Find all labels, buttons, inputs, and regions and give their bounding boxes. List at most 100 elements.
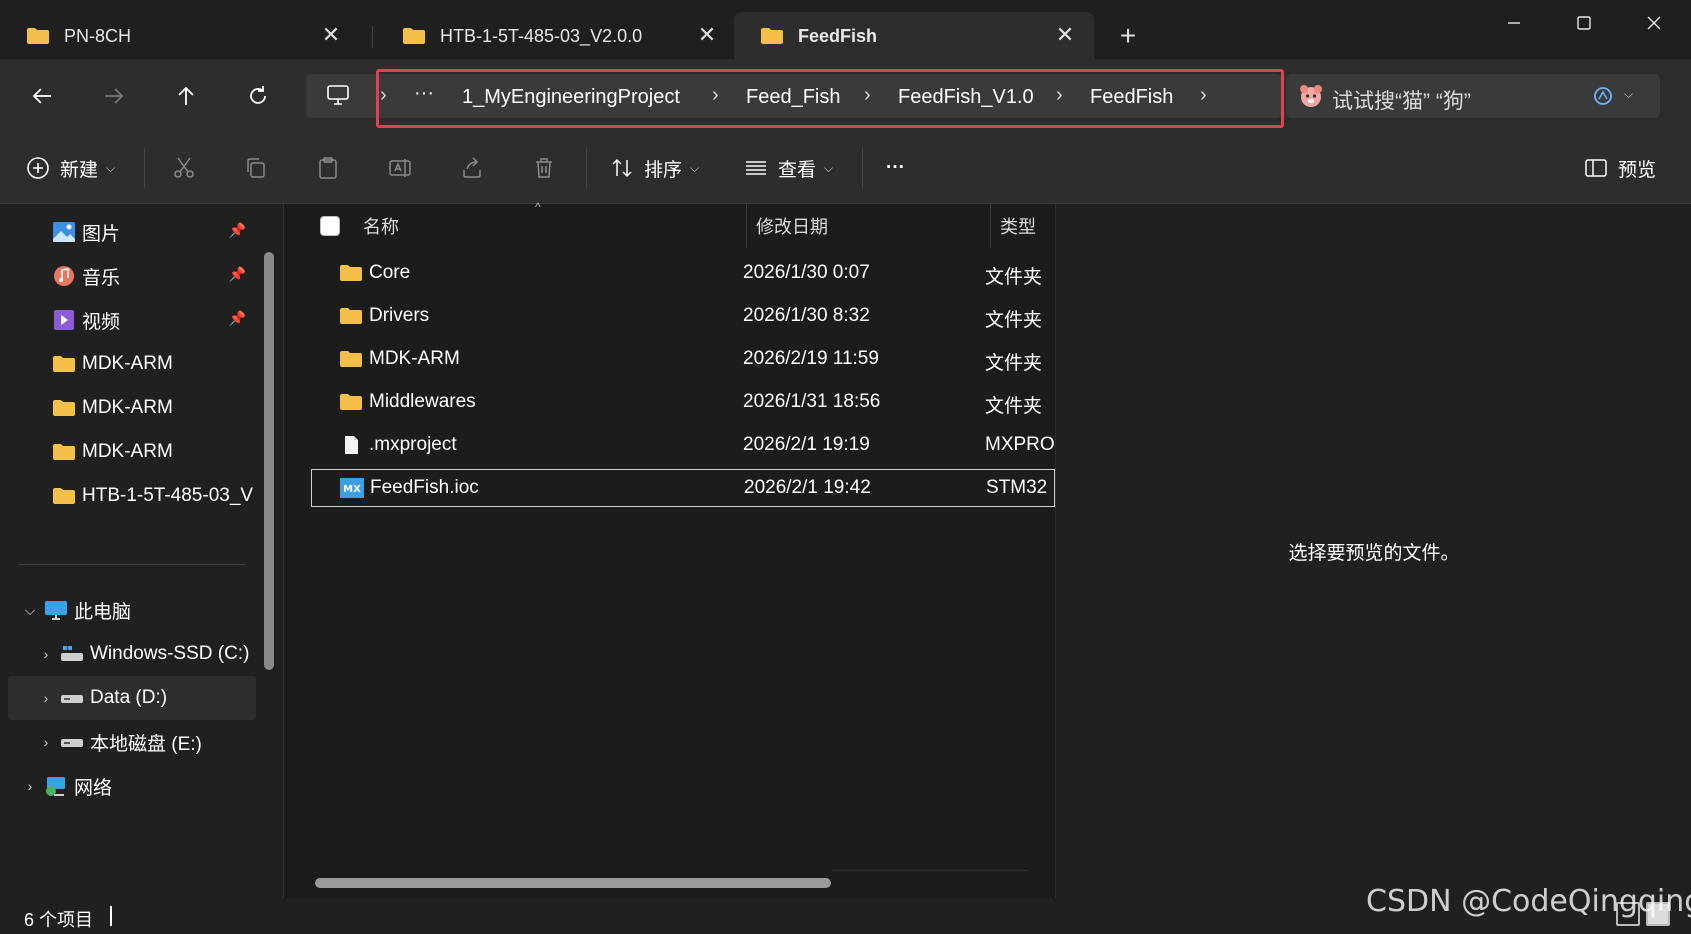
file-date: 2026/2/1 19:19 — [743, 434, 870, 455]
column-header-name[interactable]: 名称 — [363, 204, 399, 248]
share-icon — [463, 157, 481, 178]
preview-pane-button[interactable]: 预览 — [1584, 152, 1656, 184]
sidebar-item-this-pc[interactable]: ⌵ 此电脑 — [8, 588, 256, 632]
drive-icon — [61, 695, 83, 703]
delete-button[interactable] — [532, 152, 556, 184]
folder-icon — [340, 394, 362, 410]
forward-button[interactable] — [94, 76, 134, 116]
sidebar-item-mdk-arm[interactable]: MDK-ARM — [8, 386, 256, 430]
chevron-right-icon[interactable]: › — [32, 734, 60, 750]
new-tab-button[interactable]: + — [1112, 20, 1144, 52]
back-button[interactable] — [22, 76, 62, 116]
file-type: MXPROJECT — [985, 434, 1055, 455]
file-row[interactable]: Middlewares 2026/1/31 18:56 文件夹 — [311, 383, 1055, 421]
sidebar-scrollbar[interactable] — [264, 252, 274, 670]
sidebar-item-label: MDK-ARM — [82, 353, 173, 374]
sidebar-item-label: 此电脑 — [74, 601, 132, 623]
command-divider — [862, 148, 863, 188]
search-input[interactable]: 试试搜“猫” “狗” — [1332, 85, 1471, 115]
chevron-right-icon[interactable]: › — [16, 778, 44, 794]
refresh-button[interactable] — [238, 76, 278, 116]
view-button[interactable]: 查看 ⌵ — [744, 152, 833, 184]
close-tab-icon[interactable]: ✕ — [696, 22, 718, 47]
copy-button[interactable] — [244, 152, 268, 184]
pin-icon[interactable]: 📌 — [229, 266, 246, 283]
navigation-pane: 图片 📌 音乐 📌 视频 📌 MDK-ARM MDK-ARM MDK-ARM H… — [0, 204, 284, 898]
file-row[interactable]: Core 2026/1/30 0:07 文件夹 — [311, 254, 1055, 292]
close-window-button[interactable] — [1624, 6, 1684, 40]
horizontal-scrollbar[interactable] — [315, 878, 831, 888]
new-button[interactable]: 新建 ⌵ — [26, 152, 115, 184]
share-button[interactable] — [460, 152, 484, 184]
folder-icon — [403, 28, 425, 44]
file-type: 文件夹 — [985, 310, 1043, 331]
chevron-down-icon[interactable]: ⌵ — [1624, 87, 1633, 102]
folder-icon — [53, 400, 75, 416]
command-bar: 新建 ⌵ 排序 ⌵ 查看 ⌵ ··· 预览 — [0, 132, 1691, 204]
close-tab-icon[interactable]: ✕ — [320, 22, 342, 47]
file-name: Middlewares — [369, 391, 476, 412]
close-icon — [1647, 16, 1661, 30]
preview-label: 预览 — [1618, 159, 1657, 181]
sidebar-item-drive-e[interactable]: › 本地磁盘 (E:) — [8, 720, 256, 764]
sidebar-item-label: 音乐 — [82, 267, 121, 289]
file-row-selected[interactable]: MX FeedFish.ioc 2026/2/1 19:42 STM32 — [311, 469, 1055, 507]
column-header-type[interactable]: 类型 — [1000, 204, 1036, 248]
minimize-icon — [1508, 22, 1520, 24]
file-row[interactable]: MDK-ARM 2026/2/19 11:59 文件夹 — [311, 340, 1055, 378]
rename-button[interactable] — [388, 152, 412, 184]
sidebar-item-label: 视频 — [82, 311, 121, 333]
preview-pane-icon — [1585, 159, 1607, 177]
sidebar-item-network[interactable]: › 网络 — [8, 764, 256, 808]
sort-button[interactable]: 排序 ⌵ — [610, 152, 699, 184]
copilot-search-icon[interactable] — [1592, 85, 1614, 107]
chevron-right-icon[interactable]: › — [32, 646, 60, 662]
chevron-down-icon: ⌵ — [690, 160, 700, 175]
plus-circle-icon — [27, 157, 49, 179]
up-button[interactable] — [166, 76, 206, 116]
trash-icon — [536, 158, 552, 178]
file-name: FeedFish.ioc — [370, 477, 479, 498]
search-box[interactable]: 试试搜“猫” “狗” ⌵ — [1286, 74, 1660, 118]
sidebar-item-pictures[interactable]: 图片 📌 — [8, 210, 256, 254]
sidebar-item-drive-d[interactable]: › Data (D:) — [8, 676, 256, 720]
pc-monitor-icon — [327, 85, 349, 105]
sidebar-item-label: MDK-ARM — [82, 397, 173, 418]
file-row[interactable]: .mxproject 2026/2/1 19:19 MXPROJECT — [311, 426, 1055, 464]
column-divider[interactable] — [990, 204, 991, 248]
sidebar-item-mdk-arm[interactable]: MDK-ARM — [8, 430, 256, 474]
file-row[interactable]: Drivers 2026/1/30 8:32 文件夹 — [311, 297, 1055, 335]
paste-button[interactable] — [316, 152, 340, 184]
sidebar-item-htb[interactable]: HTB-1-5T-485-03_V — [8, 474, 256, 518]
select-all-checkbox[interactable] — [320, 216, 340, 236]
sidebar-item-label: 网络 — [74, 777, 113, 799]
sort-arrows-icon — [612, 158, 632, 178]
sidebar-item-music[interactable]: 音乐 📌 — [8, 254, 256, 298]
command-divider — [586, 148, 587, 188]
close-tab-icon[interactable]: ✕ — [1054, 22, 1076, 47]
column-header-date[interactable]: 修改日期 — [756, 204, 828, 248]
column-divider[interactable] — [746, 204, 747, 248]
view-label: 查看 — [778, 159, 817, 181]
sidebar-item-mdk-arm[interactable]: MDK-ARM — [8, 342, 256, 386]
pin-icon[interactable]: 📌 — [229, 310, 246, 327]
sidebar-item-drive-c[interactable]: › Windows-SSD (C:) — [8, 632, 256, 676]
tab-feedfish[interactable]: FeedFish ✕ — [734, 12, 1094, 60]
arrow-left-icon — [32, 88, 51, 104]
sidebar-item-label: Windows-SSD (C:) — [90, 643, 250, 664]
sidebar-item-videos[interactable]: 视频 📌 — [8, 298, 256, 342]
new-label: 新建 — [60, 159, 99, 181]
chevron-down-icon[interactable]: ⌵ — [16, 602, 44, 619]
more-icon: ··· — [886, 157, 905, 178]
tab-divider — [372, 26, 373, 48]
pin-icon[interactable]: 📌 — [229, 222, 246, 239]
tab-pn-8ch[interactable]: PN-8CH ✕ — [0, 12, 360, 60]
file-type: 文件夹 — [985, 396, 1043, 417]
more-options-button[interactable]: ··· — [886, 152, 905, 184]
minimize-button[interactable] — [1484, 6, 1544, 40]
maximize-button[interactable] — [1554, 6, 1614, 40]
chevron-right-icon[interactable]: › — [32, 690, 60, 706]
cut-button[interactable] — [172, 152, 196, 184]
file-date: 2026/2/19 11:59 — [743, 348, 879, 369]
tab-htb[interactable]: HTB-1-5T-485-03_V2.0.0 ✕ — [376, 12, 736, 60]
